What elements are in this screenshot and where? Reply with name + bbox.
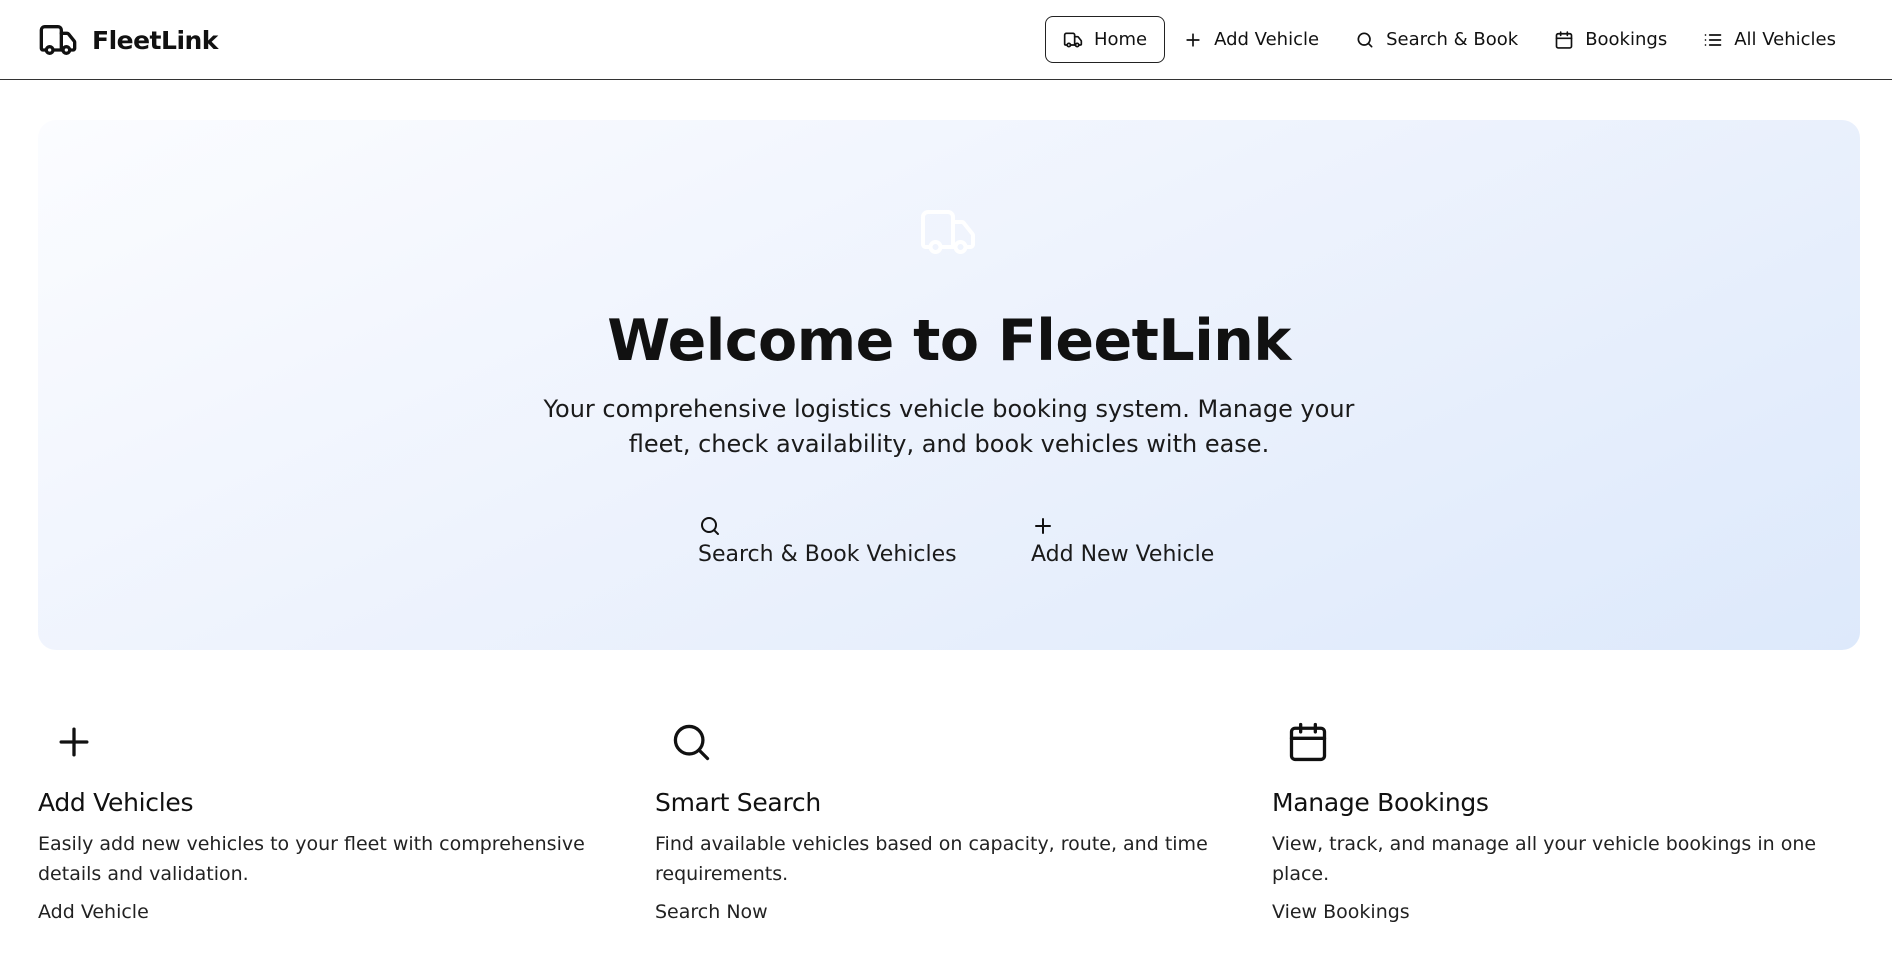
feature-description: Easily add new vehicles to your fleet wi…	[38, 833, 585, 885]
search-icon	[701, 517, 719, 535]
truck-icon	[1063, 32, 1083, 47]
nav-all-vehicles[interactable]: All Vehicles	[1685, 16, 1854, 63]
nav-all-vehicles-label: All Vehicles	[1734, 29, 1836, 50]
nav-search-book[interactable]: Search & Book	[1337, 16, 1536, 63]
feature-description: Find available vehicles based on capacit…	[655, 833, 1208, 885]
feature-title: Smart Search	[655, 788, 821, 817]
calendar-icon	[1555, 30, 1573, 49]
nav-search-book-label: Search & Book	[1386, 29, 1519, 50]
search-now-link[interactable]: Search Now	[655, 901, 1245, 923]
nav-home-label: Home	[1093, 29, 1148, 50]
feature-card-smart-search: Smart Search Find available vehicles bas…	[655, 720, 1245, 923]
add-new-vehicle-button[interactable]: Add New Vehicle	[1031, 514, 1214, 567]
brand-logo-link[interactable]: FleetLink	[38, 20, 218, 60]
plus-icon	[59, 727, 89, 757]
list-icon	[1704, 33, 1722, 46]
feature-card-add-vehicles: Add Vehicles Easily add new vehicles to …	[38, 720, 628, 923]
nav-home[interactable]: Home	[1044, 16, 1166, 63]
search-book-vehicles-button[interactable]: Search & Book Vehicles	[698, 514, 957, 567]
nav-bookings-label: Bookings	[1585, 29, 1668, 50]
plus-icon	[1035, 518, 1051, 534]
feature-card-manage-bookings: Manage Bookings View, track, and manage …	[1272, 720, 1862, 923]
hero-section: Welcome to FleetLink Your comprehensive …	[38, 120, 1860, 650]
feature-title: Manage Bookings	[1272, 788, 1489, 817]
add-new-vehicle-label: Add New Vehicle	[1031, 542, 1215, 567]
main-nav: Home Add Vehicle Search & Book Bookings	[1044, 16, 1854, 63]
truck-icon	[39, 25, 77, 55]
hero-title: Welcome to FleetLink	[607, 308, 1291, 374]
feature-title: Add Vehicles	[38, 788, 194, 817]
add-vehicle-link[interactable]: Add Vehicle	[38, 901, 628, 923]
calendar-icon	[1289, 722, 1327, 762]
nav-bookings[interactable]: Bookings	[1536, 16, 1685, 63]
nav-add-vehicle-label: Add Vehicle	[1214, 29, 1320, 50]
top-navbar: FleetLink Home Add Vehicle Search & Book…	[0, 0, 1892, 80]
feature-description: View, track, and manage all your vehicle…	[1272, 833, 1817, 885]
hero-subtitle: Your comprehensive logistics vehicle boo…	[543, 395, 1355, 458]
plus-icon	[1186, 32, 1200, 47]
brand-name: FleetLink	[92, 25, 218, 55]
search-icon	[673, 724, 710, 761]
view-bookings-link[interactable]: View Bookings	[1272, 901, 1862, 923]
truck-icon	[921, 210, 975, 254]
search-book-vehicles-label: Search & Book Vehicles	[698, 542, 957, 567]
search-icon	[1357, 32, 1373, 48]
nav-add-vehicle[interactable]: Add Vehicle	[1165, 16, 1337, 63]
